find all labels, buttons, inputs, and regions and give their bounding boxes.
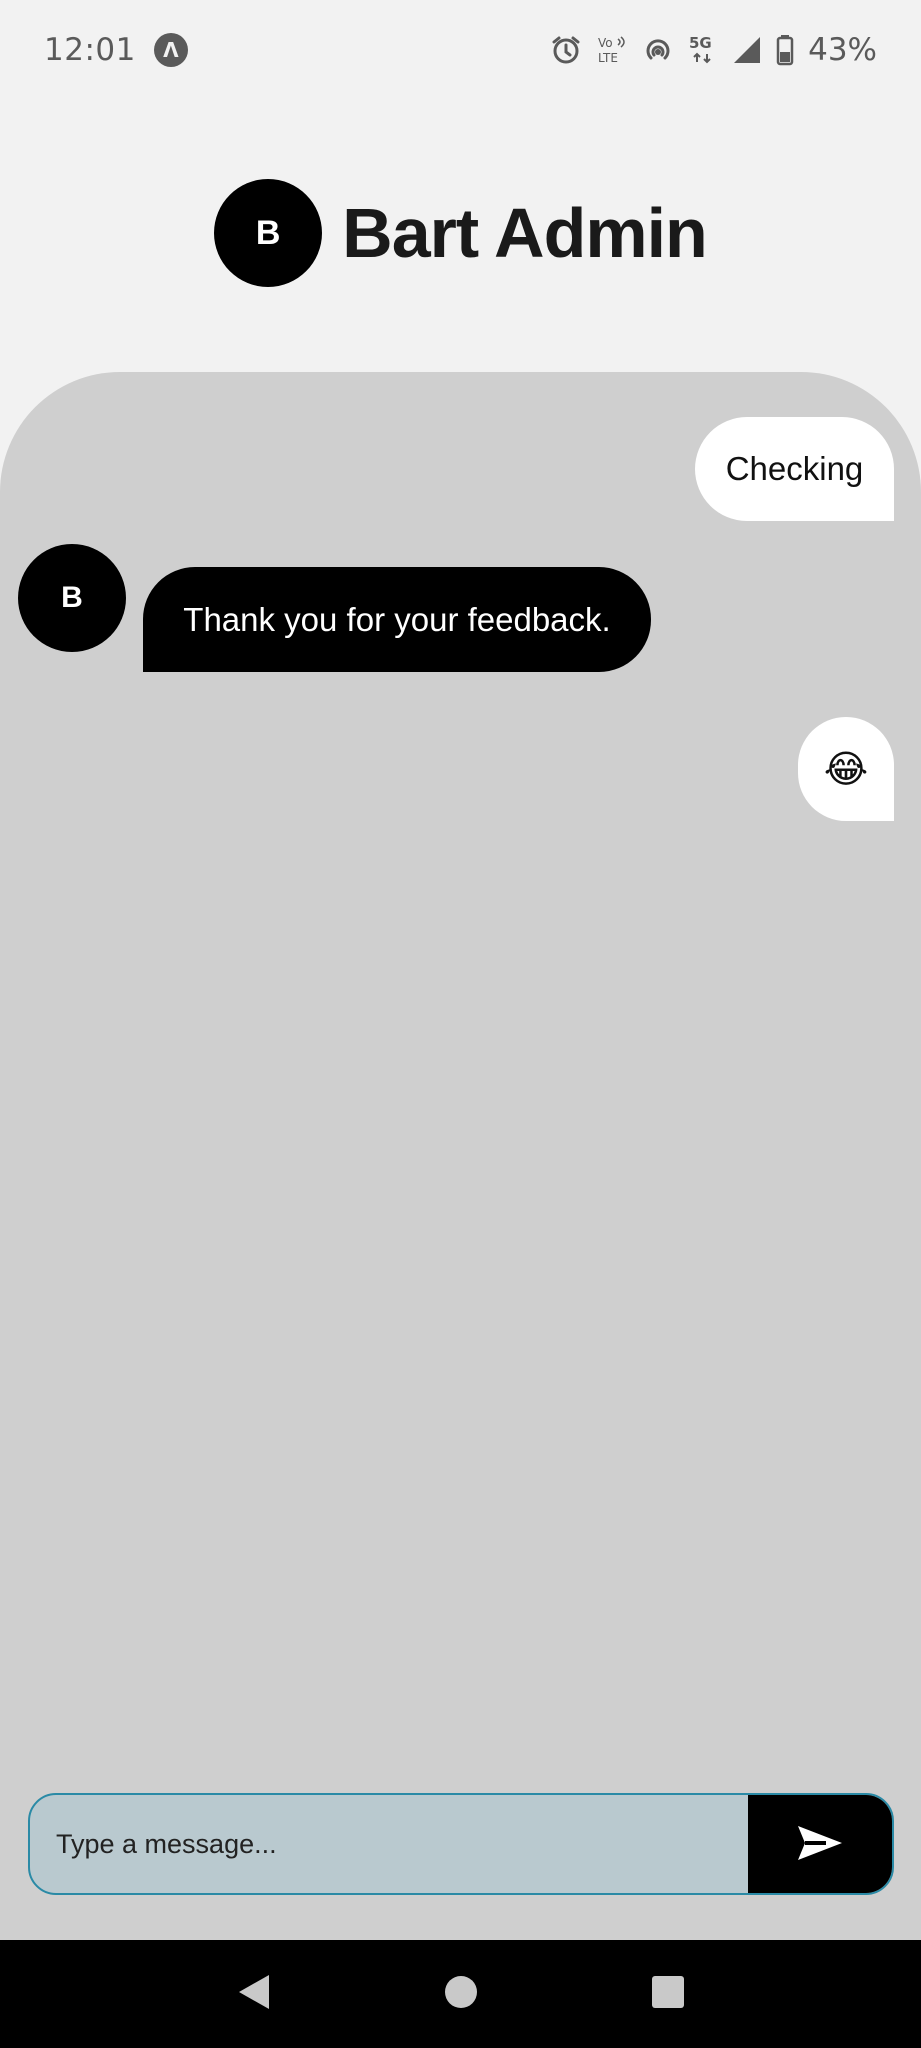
volte-icon: Vo LTE [596,34,628,66]
status-left: 12:01 Λ [44,32,188,68]
message-composer [28,1793,894,1895]
status-time: 12:01 [44,32,136,68]
home-icon [444,1975,478,2014]
contact-name: Bart Admin [342,194,708,272]
5g-label: 5G [689,34,712,52]
send-icon [796,1823,844,1866]
hotspot-icon [642,34,674,66]
svg-text:Vo: Vo [598,36,613,50]
system-nav-bar [0,1940,921,2048]
home-button[interactable] [431,1964,491,2024]
message-row-incoming: Thank you for your feedback. [143,567,651,672]
chat-messages-panel[interactable]: Checking B Thank you for your feedback. … [0,372,921,1940]
back-button[interactable] [224,1964,284,2024]
sender-avatar: B [18,544,126,652]
status-bar: 12:01 Λ Vo LTE 5G 43% [0,0,921,100]
app-notification-icon: Λ [153,33,188,67]
recents-icon [651,1975,685,2014]
signal-icon [732,35,762,65]
chat-header: B Bart Admin [0,178,921,288]
message-text: Thank you for your feedback. [183,600,611,638]
status-right: Vo LTE 5G 43% [550,32,877,68]
battery-percent: 43% [808,32,877,68]
message-input[interactable] [30,1795,748,1893]
message-bubble-outgoing[interactable]: 😂 [798,717,894,821]
back-icon [237,1973,271,2016]
battery-icon [776,34,794,66]
message-bubble-incoming[interactable]: Thank you for your feedback. [143,567,651,672]
message-text: Checking [725,450,864,487]
message-bubble-outgoing[interactable]: Checking [695,417,894,521]
message-row-outgoing: Checking [695,417,894,521]
recents-button[interactable] [638,1964,698,2024]
contact-avatar[interactable]: B [214,179,323,287]
message-emoji: 😂 [823,747,869,791]
message-row-outgoing: 😂 [798,717,894,821]
svg-text:LTE: LTE [598,51,618,65]
5g-icon: 5G [688,34,718,66]
send-button[interactable] [748,1795,892,1893]
alarm-icon [550,34,582,66]
